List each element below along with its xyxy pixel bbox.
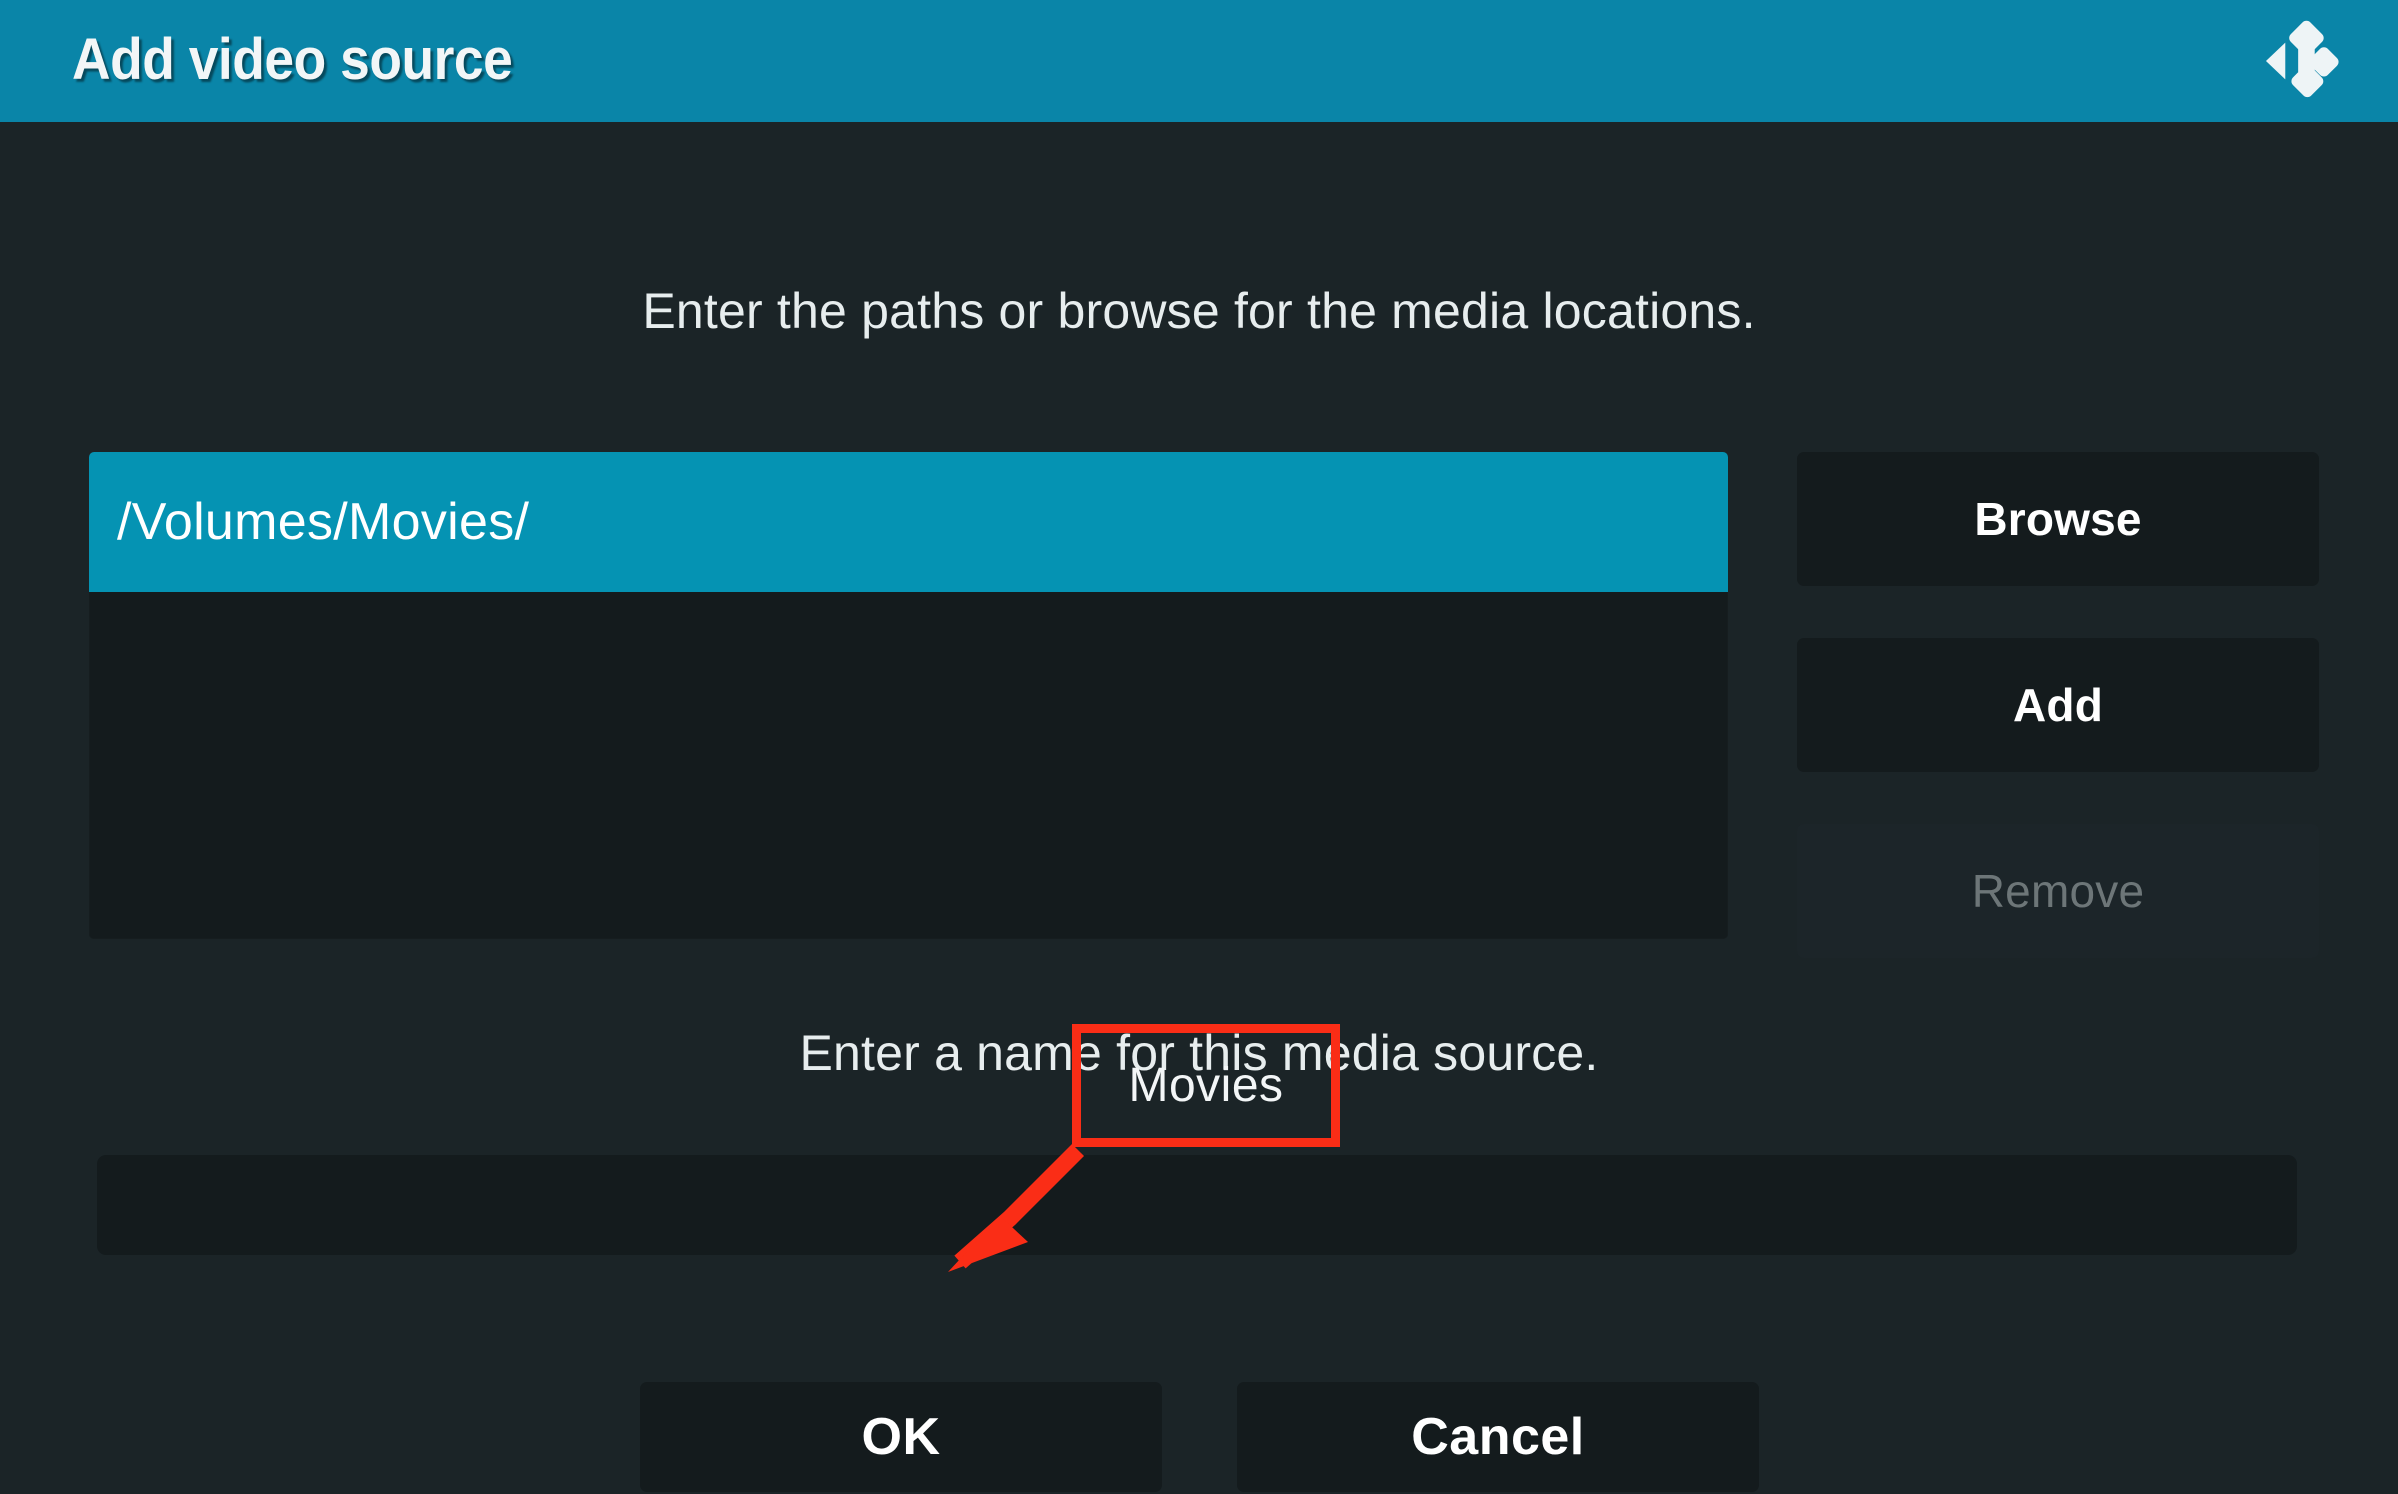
add-button[interactable]: Add — [1797, 638, 2319, 772]
path-list[interactable]: /Volumes/Movies/ — [89, 452, 1728, 939]
kodi-logo-icon — [2265, 20, 2339, 98]
paths-hint-label: Enter the paths or browse for the media … — [642, 283, 1756, 339]
dialog-body: Enter the paths or browse for the media … — [0, 122, 2398, 1494]
remove-button: Remove — [1797, 824, 2319, 958]
browse-button[interactable]: Browse — [1797, 452, 2319, 586]
list-item[interactable]: /Volumes/Movies/ — [89, 452, 1728, 592]
ok-button[interactable]: OK — [640, 1382, 1162, 1492]
source-name-input[interactable] — [97, 1155, 2297, 1255]
dialog-title-bar: Add video source — [0, 0, 2398, 122]
cancel-button[interactable]: Cancel — [1237, 1382, 1759, 1492]
name-hint-label: Enter a name for this media source. — [799, 1025, 1599, 1081]
page-title: Add video source — [72, 27, 513, 93]
